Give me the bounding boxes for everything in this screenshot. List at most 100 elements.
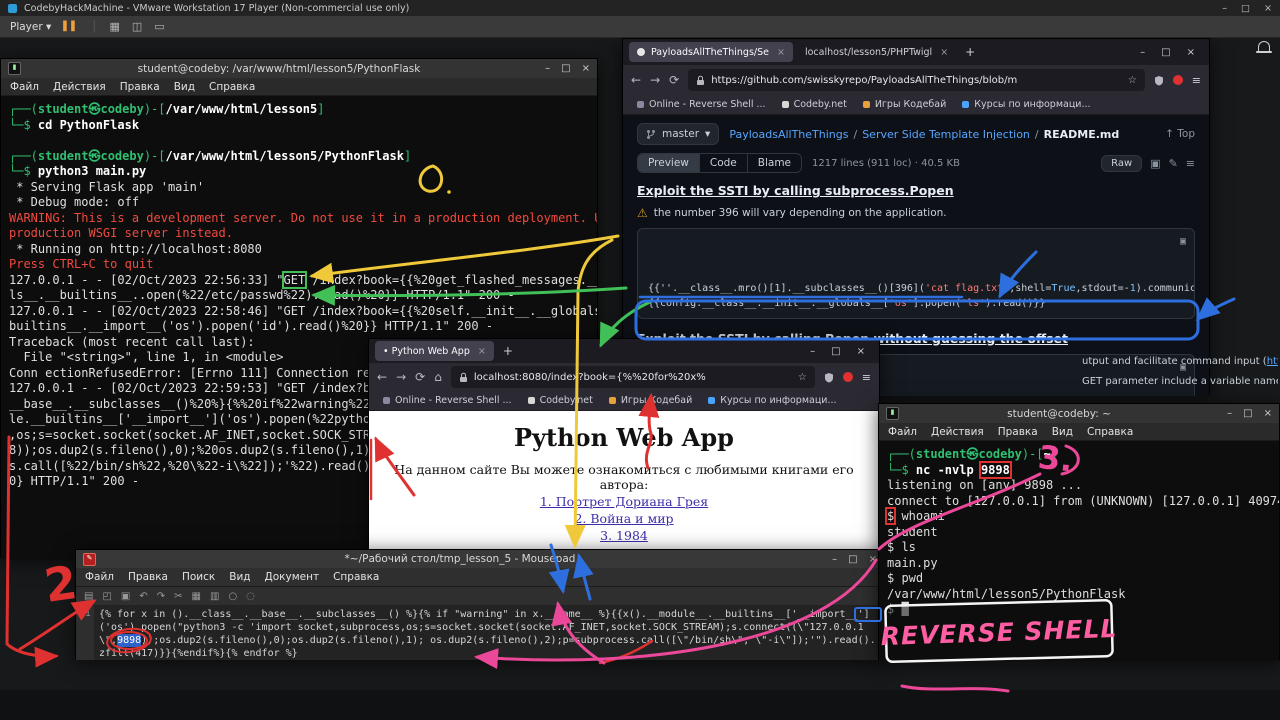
menu-item[interactable]: Справка: [1087, 426, 1133, 438]
outline-icon[interactable]: ≡: [1186, 157, 1195, 170]
minimize-icon[interactable]: –: [1140, 47, 1145, 58]
book-link[interactable]: 1. Портрет Дориана Грея: [369, 494, 879, 509]
menu-item[interactable]: Вид: [174, 81, 195, 93]
view-tab[interactable]: Preview: [638, 154, 700, 172]
open-file-icon[interactable]: ◰: [102, 591, 111, 602]
view-tab[interactable]: Blame: [748, 154, 801, 172]
bookmark-item[interactable]: Игры Кодебай: [609, 395, 692, 406]
minimize-icon[interactable]: –: [832, 554, 837, 565]
home-icon[interactable]: ⌂: [434, 370, 442, 384]
copy-icon[interactable]: ▣: [1180, 234, 1186, 249]
maximize-icon[interactable]: □: [831, 346, 840, 357]
maximize-icon[interactable]: □: [848, 554, 857, 565]
bookmark-item[interactable]: Online - Reverse Shell ...: [637, 99, 766, 110]
menu-icon[interactable]: ≡: [862, 371, 871, 384]
account-avatar-icon[interactable]: [843, 372, 853, 382]
terminal2-titlebar[interactable]: ▮ student@codeby: ~ – □ ×: [879, 404, 1279, 423]
maximize-icon[interactable]: □: [1243, 408, 1252, 419]
player-menu[interactable]: Player ▾: [10, 21, 51, 33]
tab-payloadsallthethings[interactable]: PayloadsAllTheThings/Se ×: [629, 42, 793, 62]
branch-selector[interactable]: master ▾: [637, 123, 719, 145]
url-bar[interactable]: localhost:8080/index?book={%%20for%20x% …: [451, 366, 815, 388]
tab-close-icon[interactable]: ×: [940, 47, 948, 58]
find-icon[interactable]: ○: [228, 591, 237, 602]
bookmark-item[interactable]: Игры Кодебай: [863, 99, 946, 110]
cut-icon[interactable]: ✂: [174, 591, 182, 602]
bookmark-item[interactable]: Online - Reverse Shell ...: [383, 395, 512, 406]
breadcrumb-repo[interactable]: PayloadsAllTheThings: [729, 128, 848, 141]
bookmark-item[interactable]: Курсы по информаци...: [962, 99, 1090, 110]
close-icon[interactable]: ×: [1187, 47, 1195, 58]
reload-icon[interactable]: ⟳: [415, 370, 425, 384]
snapshot-icon[interactable]: ◫: [132, 20, 142, 33]
forward-icon[interactable]: →: [650, 73, 660, 87]
view-tab[interactable]: Code: [700, 154, 748, 172]
menu-item[interactable]: Поиск: [182, 571, 215, 583]
bookmark-item[interactable]: Codeby.net: [528, 395, 593, 406]
menu-item[interactable]: Файл: [10, 81, 39, 93]
mousepad-titlebar[interactable]: ✎ *~/Рабочий стол/tmp_lesson_5 - Mousepa…: [76, 550, 884, 568]
copy-icon[interactable]: ▣: [1150, 157, 1160, 170]
paste-icon[interactable]: ▥: [210, 591, 219, 602]
url-bar[interactable]: https://github.com/swisskyrepo/PayloadsA…: [688, 69, 1145, 91]
menu-item[interactable]: Справка: [209, 81, 255, 93]
terminal1-titlebar[interactable]: ▮ student@codeby: /var/www/html/lesson5/…: [1, 59, 597, 78]
bookmark-star-icon[interactable]: ☆: [798, 372, 807, 383]
menu-item[interactable]: Правка: [120, 81, 160, 93]
menu-item[interactable]: Справка: [333, 571, 379, 583]
minimize-icon[interactable]: –: [1227, 408, 1232, 419]
breadcrumb-folder[interactable]: Server Side Template Injection: [862, 128, 1030, 141]
bookmark-item[interactable]: Codeby.net: [782, 99, 847, 110]
book-link[interactable]: 3. 1984: [369, 528, 879, 543]
close-icon[interactable]: ×: [582, 63, 590, 74]
notification-bell-icon[interactable]: [1258, 41, 1270, 51]
menu-icon[interactable]: ≡: [1192, 74, 1201, 87]
fullscreen-icon[interactable]: ▭: [154, 20, 164, 33]
maximize-icon[interactable]: □: [1241, 3, 1250, 14]
menu-item[interactable]: Документ: [265, 571, 320, 583]
book-link[interactable]: 2. Война и мир: [369, 511, 879, 526]
copy-icon[interactable]: ▦: [192, 591, 201, 602]
edit-pencil-icon[interactable]: ✎: [1169, 157, 1178, 170]
forward-icon[interactable]: →: [396, 370, 406, 384]
close-icon[interactable]: ×: [869, 554, 877, 565]
menu-item[interactable]: Правка: [998, 426, 1038, 438]
maximize-icon[interactable]: □: [1161, 47, 1170, 58]
minimize-icon[interactable]: –: [810, 346, 815, 357]
twitter-link[interactable]: https://twitter.com/SecGus: [1267, 356, 1278, 367]
tab-python-web-app[interactable]: • Python Web App ×: [375, 341, 494, 361]
terminal2-output[interactable]: ┌──(student㉿codeby)-[~]└─$ nc -nvlp 9898…: [879, 441, 1279, 661]
new-tab-button[interactable]: +: [498, 344, 518, 358]
menu-item[interactable]: Правка: [128, 571, 168, 583]
code-block-subprocess[interactable]: ▣ {{''.__class__.mro()[1].__subclasses__…: [637, 228, 1195, 319]
menu-item[interactable]: Файл: [85, 571, 114, 583]
reload-icon[interactable]: ⟳: [669, 73, 679, 87]
payload-text[interactable]: {% for x in ().__class__.__base__.__subc…: [94, 606, 884, 660]
close-icon[interactable]: ×: [1264, 3, 1272, 14]
new-tab-button[interactable]: +: [960, 45, 980, 59]
menu-item[interactable]: Действия: [931, 426, 984, 438]
menu-item[interactable]: Действия: [53, 81, 106, 93]
account-avatar-icon[interactable]: [1173, 75, 1183, 85]
menu-item[interactable]: Файл: [888, 426, 917, 438]
close-icon[interactable]: ×: [1264, 408, 1272, 419]
bookmark-item[interactable]: Курсы по информаци...: [708, 395, 836, 406]
tab-close-icon[interactable]: ×: [777, 47, 785, 58]
send-keys-icon[interactable]: ▦: [109, 20, 119, 33]
top-link[interactable]: ↑ Top: [1165, 128, 1195, 140]
bookmark-star-icon[interactable]: ☆: [1128, 75, 1137, 86]
maximize-icon[interactable]: □: [561, 63, 570, 74]
raw-button[interactable]: Raw: [1101, 155, 1142, 172]
menu-item[interactable]: Вид: [1052, 426, 1073, 438]
close-icon[interactable]: ×: [857, 346, 865, 357]
back-icon[interactable]: ←: [631, 73, 641, 87]
minimize-icon[interactable]: –: [545, 63, 550, 74]
back-icon[interactable]: ←: [377, 370, 387, 384]
save-file-icon[interactable]: ▣: [121, 591, 130, 602]
find-replace-icon[interactable]: ◌: [246, 591, 255, 602]
shield-icon[interactable]: [824, 372, 834, 383]
tab-localhost-phptwig[interactable]: localhost/lesson5/PHPTwigl ×: [797, 42, 956, 62]
shield-icon[interactable]: [1154, 75, 1164, 86]
redo-icon[interactable]: ↷: [157, 591, 165, 602]
tab-close-icon[interactable]: ×: [478, 346, 486, 357]
